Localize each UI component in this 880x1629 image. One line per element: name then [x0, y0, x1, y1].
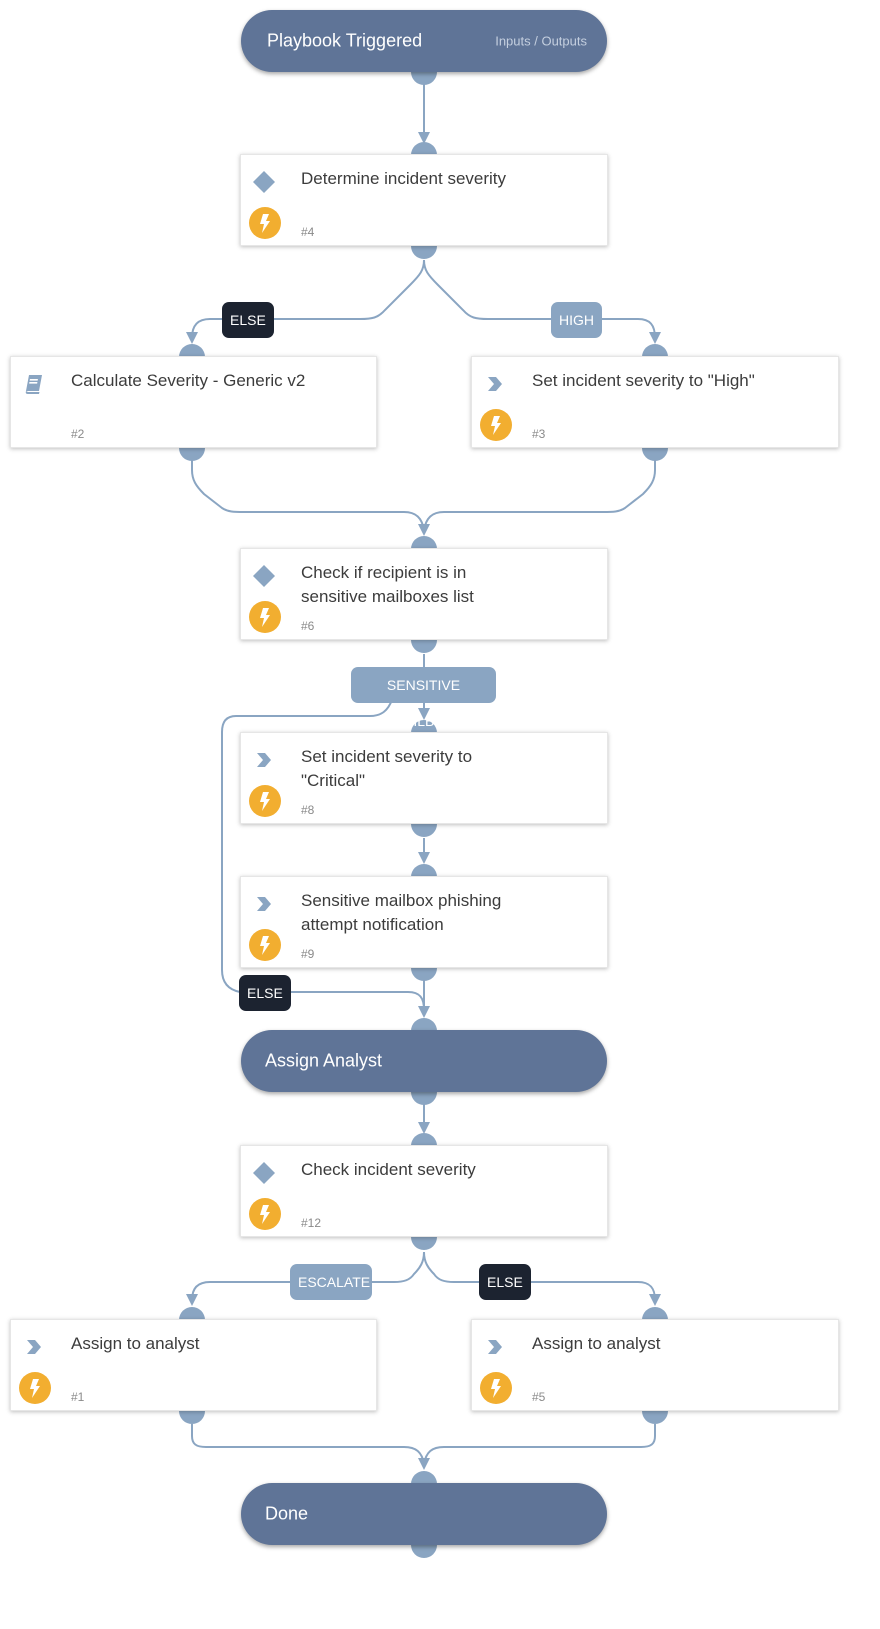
- task-set-severity-critical[interactable]: Set incident severity to "Critical" #8: [240, 732, 608, 824]
- chevron-right-icon: [253, 893, 275, 915]
- task-name: Determine incident severity: [301, 169, 507, 188]
- chevron-right-icon: [23, 1336, 45, 1358]
- condition-label-else[interactable]: ELSE: [239, 975, 291, 1011]
- lightning-icon: [249, 207, 281, 239]
- task-set-severity-high[interactable]: Set incident severity to "High" #3: [471, 356, 839, 448]
- task-number: #8: [301, 803, 315, 817]
- task-name: Set incident severity to "High": [532, 371, 755, 390]
- diamond-icon: [253, 171, 275, 193]
- section-assign-analyst[interactable]: Assign Analyst: [241, 1030, 607, 1092]
- task-name: Sensitive mailbox phishing attempt notif…: [301, 891, 502, 934]
- task-calculate-severity[interactable]: Calculate Severity - Generic v2 #2: [10, 356, 377, 448]
- lightning-icon: [249, 785, 281, 817]
- task-number: #9: [301, 947, 315, 961]
- task-number: #5: [532, 1390, 546, 1404]
- condition-label-else[interactable]: ELSE: [479, 1264, 531, 1300]
- edge-t12-to-t5: [423, 1251, 656, 1301]
- edge-t5-to-done: [423, 1424, 656, 1465]
- task-number: #1: [71, 1390, 85, 1404]
- task-name: Check if recipient is in sensitive mailb…: [301, 563, 474, 606]
- section-title: Assign Analyst: [265, 1050, 383, 1071]
- task-sensitive-mailbox-notification[interactable]: Sensitive mailbox phishing attempt notif…: [240, 876, 608, 968]
- section-title: Playbook Triggered: [267, 30, 423, 51]
- task-determine-incident-severity[interactable]: Determine incident severity #4: [240, 154, 608, 246]
- diamond-icon: [253, 1162, 275, 1184]
- section-title: Done: [265, 1503, 309, 1524]
- task-check-incident-severity[interactable]: Check incident severity #12: [240, 1145, 608, 1237]
- edge-t2-to-t6: [191, 460, 425, 531]
- diamond-icon: [253, 565, 275, 587]
- task-name: Calculate Severity - Generic v2: [71, 371, 306, 390]
- task-name: Assign to analyst: [71, 1334, 200, 1353]
- inputs-outputs-link[interactable]: Inputs / Outputs: [495, 34, 587, 49]
- edge-else-to-assign: [288, 991, 425, 1011]
- task-number: #4: [301, 225, 315, 239]
- condition-label-sensitive-mailbox[interactable]: SENSITIVE MAILBOX: [351, 667, 496, 729]
- task-number: #6: [301, 619, 315, 633]
- lightning-icon: [249, 929, 281, 961]
- task-name: Set incident severity to "Critical": [301, 747, 473, 790]
- condition-label-escalate[interactable]: ESCALATE: [290, 1264, 372, 1300]
- task-number: #3: [532, 427, 546, 441]
- task-number: #12: [301, 1216, 322, 1230]
- section-playbook-triggered[interactable]: Playbook Triggered Inputs / Outputs: [241, 10, 607, 72]
- chevron-right-icon: [253, 749, 275, 771]
- chevron-right-icon: [484, 373, 506, 395]
- condition-label-else[interactable]: ELSE: [222, 302, 274, 338]
- lightning-icon: [480, 409, 512, 441]
- condition-label-high[interactable]: HIGH: [551, 302, 602, 338]
- task-assign-to-analyst-1[interactable]: Assign to analyst #1: [10, 1319, 377, 1411]
- lightning-icon: [480, 1372, 512, 1404]
- lightning-icon: [19, 1372, 51, 1404]
- task-check-sensitive-mailboxes[interactable]: Check if recipient is in sensitive mailb…: [240, 548, 608, 640]
- task-name: Assign to analyst: [532, 1334, 661, 1353]
- edge-t4-to-t3: [423, 259, 656, 339]
- section-done[interactable]: Done: [241, 1483, 607, 1545]
- edge-t3-to-t6: [423, 460, 656, 531]
- task-assign-to-analyst-5[interactable]: Assign to analyst #5: [471, 1319, 839, 1411]
- task-name: Check incident severity: [301, 1160, 476, 1179]
- chevron-right-icon: [484, 1336, 506, 1358]
- edge-t1-to-done: [191, 1424, 425, 1465]
- lightning-icon: [249, 1198, 281, 1230]
- book-icon: [23, 373, 45, 395]
- task-number: #2: [71, 427, 85, 441]
- lightning-icon: [249, 601, 281, 633]
